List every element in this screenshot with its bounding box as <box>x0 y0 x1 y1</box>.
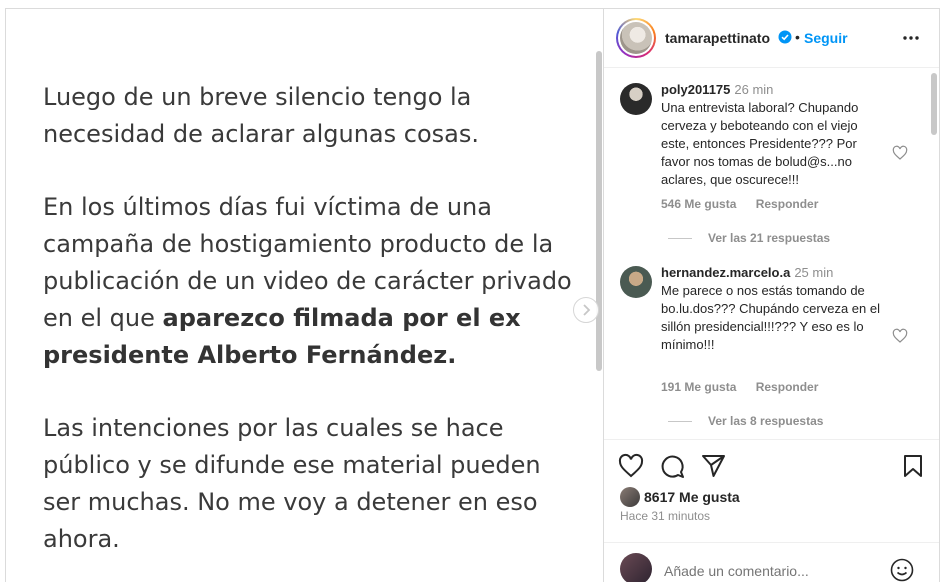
commenter-avatar[interactable] <box>620 266 652 298</box>
instagram-post-window: Luego de un breve silencio tengo la nece… <box>0 0 951 582</box>
commenter-avatar[interactable] <box>620 83 652 115</box>
next-arrow-icon <box>583 304 591 316</box>
follow-button[interactable]: Seguir <box>804 30 848 46</box>
comment-text: Me parece o nos estás tomando de bo.lu.d… <box>661 283 880 352</box>
likes-count[interactable]: 8617 Me gusta <box>644 489 740 505</box>
comment-meta: 191 Me gusta Responder <box>661 380 818 394</box>
comment-likes[interactable]: 546 Me gusta <box>661 197 736 211</box>
current-user-avatar <box>620 553 652 582</box>
post-paragraph-2: En los últimos días fui víctima de una c… <box>43 189 583 374</box>
more-options-icon[interactable] <box>901 30 921 46</box>
image-scrollbar[interactable] <box>596 51 602 371</box>
view-replies-button[interactable]: Ver las 8 respuestas <box>668 414 823 428</box>
comments-list[interactable]: poly201175 26 min Una entrevista laboral?… <box>604 69 939 439</box>
view-replies-button[interactable]: Ver las 21 respuestas <box>668 231 830 245</box>
comment-likes[interactable]: 191 Me gusta <box>661 380 736 394</box>
view-replies-label: Ver las 8 respuestas <box>708 414 824 428</box>
comment-body: hernandez.marcelo.a 25 min Me parece o no… <box>661 264 886 354</box>
reply-button[interactable]: Responder <box>756 380 819 394</box>
reply-button[interactable]: Responder <box>756 197 819 211</box>
comment-username[interactable]: hernandez.marcelo.a <box>661 265 790 280</box>
post-header: tamarapettinato • Seguir <box>604 9 939 68</box>
comment-time: 26 min <box>734 82 774 97</box>
heart-icon[interactable] <box>618 453 644 479</box>
post-image: Luego de un breve silencio tengo la nece… <box>5 8 603 582</box>
comment-time: 25 min <box>794 265 834 280</box>
author-avatar[interactable] <box>616 18 656 58</box>
view-replies-label: Ver las 21 respuestas <box>708 231 831 245</box>
comment-icon[interactable] <box>659 453 685 479</box>
save-icon[interactable] <box>900 453 926 479</box>
comment-text: Una entrevista laboral? Chupando cerveza… <box>661 100 859 187</box>
likes-row[interactable]: 8617 Me gusta <box>620 487 740 507</box>
heart-icon[interactable] <box>892 328 908 344</box>
author-username[interactable]: tamarapettinato <box>665 30 770 46</box>
comments-scrollbar[interactable] <box>931 73 937 135</box>
emoji-icon[interactable] <box>890 558 914 582</box>
comment-body: poly201175 26 min Una entrevista laboral?… <box>661 81 886 189</box>
comment-input[interactable] <box>664 563 864 579</box>
verified-icon <box>778 30 792 44</box>
likes-avatar <box>620 487 640 507</box>
share-icon[interactable] <box>700 453 726 479</box>
comment-username[interactable]: poly201175 <box>661 82 730 97</box>
next-image-button[interactable] <box>573 297 599 323</box>
comment-meta: 546 Me gusta Responder <box>661 197 818 211</box>
add-comment-bar <box>604 542 939 582</box>
post-paragraph-3: Las intenciones por las cuales se hace p… <box>43 414 541 553</box>
heart-icon[interactable] <box>892 145 908 161</box>
post-actions: 8617 Me gusta Hace 31 minutos <box>604 439 939 582</box>
header-separator: • <box>795 29 800 45</box>
post-timestamp: Hace 31 minutos <box>620 509 711 523</box>
post-paragraph-1: Luego de un breve silencio tengo la nece… <box>43 83 479 148</box>
post-sidebar: tamarapettinato • Seguir poly201175 26 mi… <box>603 8 940 582</box>
post-text: Luego de un breve silencio tengo la nece… <box>43 79 583 582</box>
